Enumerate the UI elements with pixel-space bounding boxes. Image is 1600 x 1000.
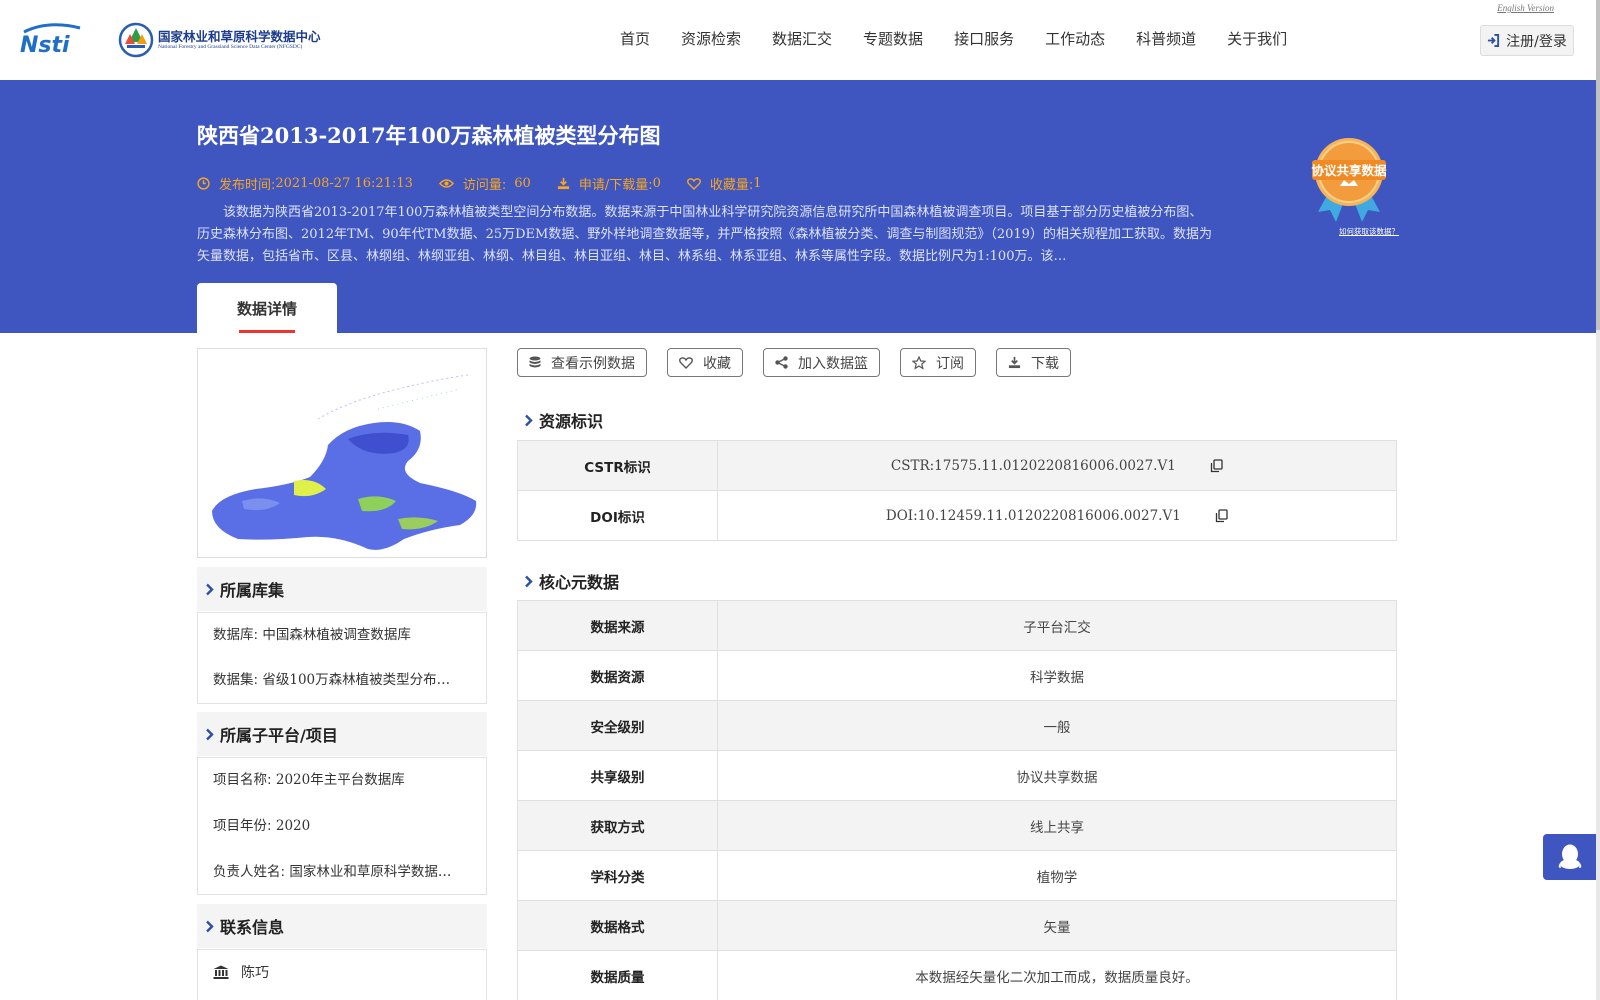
section-title-library: 所属库集 bbox=[197, 567, 487, 611]
qq-chat-icon bbox=[1558, 844, 1581, 869]
project-year-row: 项目年份: 2020 bbox=[213, 818, 311, 834]
section-title-resource-id: 资源标识 bbox=[524, 408, 603, 432]
chevron-right-icon bbox=[206, 583, 214, 595]
nav-topic-data[interactable]: 专题数据 bbox=[863, 28, 923, 49]
page-scrollbar-thumb[interactable] bbox=[1596, 0, 1600, 330]
clock-icon bbox=[197, 177, 210, 190]
doi-value-cell: DOI:10.12459.11.0120220816006.0027.V1 bbox=[717, 490, 1397, 541]
download-icon bbox=[557, 177, 569, 190]
table-row: DOI标识 DOI:10.12459.11.0120220816006.0027… bbox=[517, 490, 1397, 541]
section-title-contact: 联系信息 bbox=[197, 904, 487, 948]
online-support-button[interactable] bbox=[1543, 834, 1596, 880]
dataset-link[interactable]: 省级100万森林植被类型分布… bbox=[262, 672, 450, 688]
logo-title-cn: 国家林业和草原科学数据中心 bbox=[158, 29, 321, 44]
favorite-count: 收藏量: 1 bbox=[686, 174, 762, 193]
active-tab-indicator bbox=[239, 330, 295, 333]
english-version-link[interactable]: English Version bbox=[1497, 3, 1554, 13]
table-row: 获取方式 线上共享 bbox=[517, 800, 1397, 851]
logo-title-en: National Forestry and Grassland Science … bbox=[158, 44, 303, 50]
download-icon bbox=[1008, 356, 1021, 369]
dataset-thumbnail[interactable] bbox=[197, 348, 487, 558]
share-level-badge: 协议共享数据 bbox=[1304, 134, 1394, 224]
doi-label: DOI标识 bbox=[517, 490, 718, 541]
section-title-project: 所属子平台/项目 bbox=[197, 712, 487, 756]
add-to-cart-button[interactable]: 加入数据篮 bbox=[763, 348, 880, 377]
copy-icon[interactable] bbox=[1210, 459, 1223, 473]
nav-api-service[interactable]: 接口服务 bbox=[954, 28, 1014, 49]
section-title-core-metadata: 核心元数据 bbox=[524, 569, 619, 593]
project-name-row: 项目名称: 2020年主平台数据库 bbox=[213, 772, 405, 788]
dataset-meta: 发布时间: 2021-08-27 16:21:13 访问量: 60 申请/下载量… bbox=[197, 174, 788, 193]
chevron-right-icon bbox=[525, 414, 533, 426]
nav-about-us[interactable]: 关于我们 bbox=[1227, 28, 1287, 49]
copy-icon[interactable] bbox=[1215, 509, 1228, 523]
nav-resource-search[interactable]: 资源检索 bbox=[681, 28, 741, 49]
heart-icon bbox=[686, 177, 701, 190]
top-header: Nsti 国家林业和草原科学数据中心 National Forestry and… bbox=[0, 0, 1600, 80]
chevron-right-icon bbox=[206, 728, 214, 740]
dataset-description: 该数据为陕西省2013-2017年100万森林植被类型空间分布数据。数据来源于中… bbox=[197, 205, 1212, 264]
chevron-right-icon bbox=[206, 920, 214, 932]
subscribe-button[interactable]: 订阅 bbox=[900, 348, 976, 377]
sign-in-icon bbox=[1488, 34, 1500, 47]
contact-info-box: 陈巧 bbox=[197, 949, 487, 1000]
database-row: 数据库: 中国森林植被调查数据库 bbox=[213, 627, 411, 643]
action-toolbar: 查看示例数据 收藏 加入数据篮 订阅 下载 bbox=[517, 348, 1091, 377]
heart-icon bbox=[679, 356, 693, 369]
tab-data-detail[interactable]: 数据详情 bbox=[197, 283, 337, 333]
table-row: CSTR标识 CSTR:17575.11.0120220816006.0027.… bbox=[517, 440, 1397, 491]
project-info-box: 项目名称: 2020年主平台数据库 项目年份: 2020 负责人姓名: 国家林业… bbox=[197, 757, 487, 895]
nav-data-submission[interactable]: 数据汇交 bbox=[772, 28, 832, 49]
cstr-label: CSTR标识 bbox=[517, 440, 718, 491]
download-count: 申请/下载量: 0 bbox=[557, 174, 661, 193]
badge-label: 协议共享数据 bbox=[1311, 163, 1387, 178]
resource-id-table: CSTR标识 CSTR:17575.11.0120220816006.0027.… bbox=[517, 440, 1397, 541]
institution-icon bbox=[213, 965, 229, 979]
favorite-button[interactable]: 收藏 bbox=[667, 348, 743, 377]
core-metadata-table: 数据来源 子平台汇交 数据资源 科学数据 安全级别 一般 共享级别 协议共享数据… bbox=[517, 600, 1397, 1000]
table-row: 数据来源 子平台汇交 bbox=[517, 600, 1397, 651]
doi-value: DOI:10.12459.11.0120220816006.0027.V1 bbox=[885, 507, 1181, 524]
cstr-value: CSTR:17575.11.0120220816006.0027.V1 bbox=[890, 457, 1176, 474]
chevron-right-icon bbox=[525, 575, 533, 587]
table-row: 数据格式 矢量 bbox=[517, 900, 1397, 951]
nav-home[interactable]: 首页 bbox=[620, 28, 650, 49]
how-to-get-data-link[interactable]: 如何获取该数据？ bbox=[1339, 226, 1399, 237]
project-owner-row: 负责人姓名: 国家林业和草原科学数据… bbox=[213, 864, 452, 880]
page-title: 陕西省2013-2017年100万森林植被类型分布图 bbox=[197, 123, 661, 148]
forest-map-image bbox=[212, 374, 477, 550]
eye-icon bbox=[438, 179, 454, 188]
visit-count: 访问量: 60 bbox=[438, 174, 531, 193]
table-row: 安全级别 一般 bbox=[517, 700, 1397, 751]
table-row: 共享级别 协议共享数据 bbox=[517, 750, 1397, 801]
cstr-value-cell: CSTR:17575.11.0120220816006.0027.V1 bbox=[717, 440, 1397, 491]
view-sample-data-button[interactable]: 查看示例数据 bbox=[517, 348, 647, 377]
ribbon-badge-icon bbox=[1312, 138, 1386, 222]
table-row: 学科分类 植物学 bbox=[517, 850, 1397, 901]
database-icon bbox=[529, 356, 541, 367]
database-link[interactable]: 中国森林植被调查数据库 bbox=[262, 627, 411, 643]
nav-news[interactable]: 工作动态 bbox=[1045, 28, 1105, 49]
main-nav: 首页 资源检索 数据汇交 专题数据 接口服务 工作动态 科普频道 关于我们 bbox=[620, 28, 1318, 49]
login-button[interactable]: 注册/登录 bbox=[1480, 25, 1574, 56]
download-button[interactable]: 下载 bbox=[996, 348, 1071, 377]
nsti-logo[interactable]: Nsti bbox=[18, 22, 98, 56]
contact-name-row: 陈巧 bbox=[198, 962, 486, 982]
dataset-banner: 陕西省2013-2017年100万森林植被类型分布图 发布时间: 2021-08… bbox=[0, 80, 1596, 333]
table-row: 数据资源 科学数据 bbox=[517, 650, 1397, 701]
login-label: 注册/登录 bbox=[1506, 33, 1567, 50]
publish-time: 发布时间: 2021-08-27 16:21:13 bbox=[197, 174, 413, 193]
library-info-box: 数据库: 中国森林植被调查数据库 数据集: 省级100万森林植被类型分布… bbox=[197, 612, 487, 704]
nav-popular-science[interactable]: 科普频道 bbox=[1136, 28, 1196, 49]
share-icon bbox=[775, 356, 788, 369]
star-icon bbox=[912, 355, 926, 370]
table-row: 数据质量 本数据经矢量化二次加工而成，数据质量良好。 bbox=[517, 950, 1397, 1000]
nfgsdc-logo-icon[interactable] bbox=[118, 22, 154, 58]
svg-text:Nsti: Nsti bbox=[20, 33, 70, 56]
dataset-row: 数据集: 省级100万森林植被类型分布… bbox=[213, 672, 451, 688]
